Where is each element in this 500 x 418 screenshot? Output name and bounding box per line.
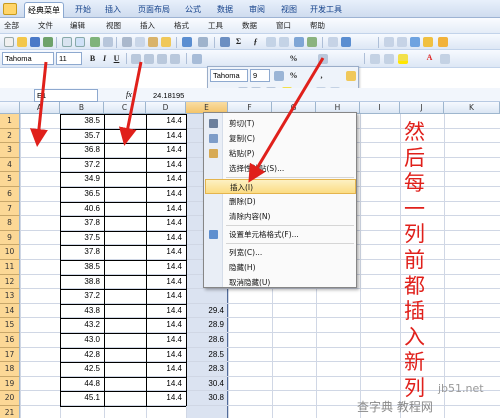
arrow-column-c bbox=[118, 61, 143, 146]
annotation-char: 一 bbox=[404, 196, 425, 221]
annotation-char: 插 bbox=[404, 299, 425, 324]
annotation-text: 然后每一列前都插入新列 bbox=[404, 120, 426, 402]
annotation-char: 后 bbox=[404, 145, 425, 170]
watermark-logo: 查字典 教程网 bbox=[357, 400, 433, 414]
annotation-char: 每 bbox=[404, 171, 425, 196]
arrow-column-a bbox=[29, 61, 48, 147]
annotation-char: 前 bbox=[404, 247, 425, 272]
watermark-site: jb51.net bbox=[438, 382, 484, 395]
arrow-insert-command bbox=[248, 57, 325, 183]
annotation-char: 然 bbox=[404, 120, 425, 144]
annotation-char: 入 bbox=[404, 324, 425, 349]
annotation-char: 新 bbox=[404, 350, 425, 375]
annotation-char: 列 bbox=[404, 222, 425, 247]
annotation-char: 都 bbox=[404, 273, 425, 298]
